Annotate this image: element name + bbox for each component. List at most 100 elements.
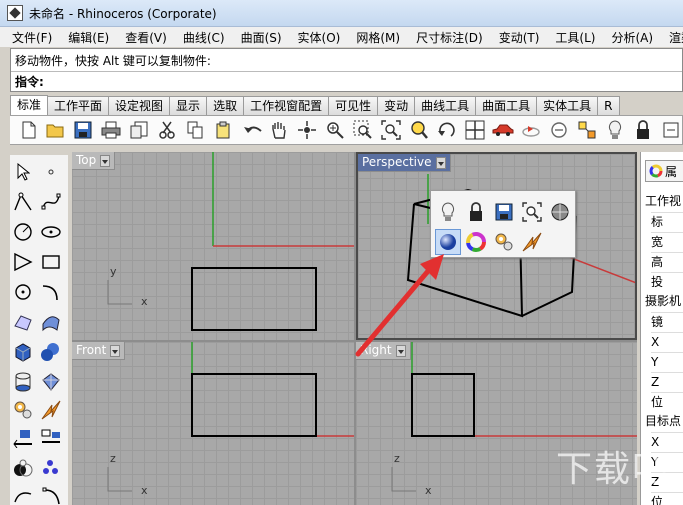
left-toolbar (10, 155, 68, 505)
zoom-extents-icon[interactable] (519, 199, 545, 225)
z-axis-label: z (394, 452, 400, 465)
lock-icon[interactable] (463, 199, 489, 225)
chevron-down-icon[interactable] (435, 156, 446, 169)
import-icon[interactable] (128, 119, 150, 141)
open-folder-icon[interactable] (44, 119, 66, 141)
top-viewport-label[interactable]: Top (72, 152, 116, 170)
menu-solid[interactable]: 实体(O) (286, 29, 345, 46)
tab-surface-tools[interactable]: 曲面工具 (475, 96, 538, 115)
menu-dimension[interactable]: 尺寸标注(D) (404, 29, 487, 46)
light-bulb-icon[interactable] (435, 199, 461, 225)
transform-icon[interactable] (12, 427, 34, 449)
fillet-curve-icon[interactable] (40, 485, 62, 505)
flash-icon[interactable] (519, 229, 545, 255)
mesh-icon[interactable] (40, 371, 62, 393)
triangle-icon[interactable] (12, 251, 34, 273)
light-bulb-icon[interactable] (604, 119, 626, 141)
gear-icon[interactable] (491, 229, 517, 255)
arc-curve-icon[interactable] (40, 281, 62, 303)
perspective-viewport-label[interactable]: Perspective (358, 154, 451, 172)
arc-icon[interactable] (12, 281, 34, 303)
properties-section-label: 摄影机 (645, 294, 682, 308)
properties-tab[interactable]: 属 (645, 160, 683, 182)
color-wheel-icon[interactable] (463, 229, 489, 255)
polyline-icon[interactable] (12, 191, 34, 213)
tab-solid-tools[interactable]: 实体工具 (536, 96, 599, 115)
select-arrow-icon[interactable] (12, 161, 34, 183)
menu-edit[interactable]: 编辑(E) (56, 29, 113, 46)
cplane-icon[interactable] (548, 119, 570, 141)
menu-curve[interactable]: 曲线(C) (171, 29, 229, 46)
properties-field-label: 投 (651, 272, 683, 291)
curve-icon[interactable] (40, 191, 62, 213)
command-history: 移动物件，快按 Alt 键可以复制物件: (15, 54, 211, 68)
tab-viewport-layout[interactable]: 工作视窗配置 (243, 96, 330, 115)
front-viewport-label[interactable]: Front (72, 342, 126, 360)
paste-icon[interactable] (212, 119, 234, 141)
array-icon[interactable] (40, 427, 62, 449)
chevron-down-icon[interactable] (100, 154, 111, 167)
properties-field-label: 位 (651, 492, 683, 505)
tab-cplane[interactable]: 工作平面 (47, 96, 110, 115)
rotate-view-icon[interactable] (296, 119, 318, 141)
undo-icon[interactable] (242, 119, 264, 141)
gear-icon[interactable] (12, 399, 34, 421)
zoom-selected-icon[interactable] (408, 119, 430, 141)
tab-curve-tools[interactable]: 曲线工具 (414, 96, 477, 115)
print-icon[interactable] (100, 119, 122, 141)
menu-transform[interactable]: 变动(T) (487, 29, 544, 46)
menu-tools[interactable]: 工具(L) (543, 29, 599, 46)
surface-icon[interactable] (12, 311, 34, 333)
tab-visibility[interactable]: 可见性 (328, 96, 379, 115)
menu-file[interactable]: 文件(F) (0, 29, 56, 46)
render-icon[interactable] (520, 119, 542, 141)
save-icon[interactable] (491, 199, 517, 225)
rotate-camera-icon[interactable] (436, 119, 458, 141)
points-icon[interactable] (40, 457, 62, 479)
rectangle-icon[interactable] (40, 251, 62, 273)
menu-render[interactable]: 渲染(R) (657, 29, 683, 46)
surface-blue-icon[interactable] (40, 311, 62, 333)
lock-icon[interactable] (632, 119, 654, 141)
pan-hand-icon[interactable] (268, 119, 290, 141)
properties-field-label: 高 (651, 252, 683, 271)
menu-view[interactable]: 查看(V) (113, 29, 171, 46)
standard-toolbar (10, 115, 683, 145)
menu-surface[interactable]: 曲面(S) (229, 29, 286, 46)
tab-more[interactable]: R (597, 96, 620, 115)
sphere-icon[interactable] (547, 199, 573, 225)
four-viewports-icon[interactable] (464, 119, 486, 141)
zoom-icon[interactable] (324, 119, 346, 141)
sphere-group-icon[interactable] (40, 341, 62, 363)
boolean-icon[interactable] (12, 457, 34, 479)
front-viewport[interactable]: Front z x (72, 342, 354, 505)
tab-transform[interactable]: 变动 (377, 96, 416, 115)
zoom-window-icon[interactable] (352, 119, 374, 141)
ellipse-icon[interactable] (40, 221, 62, 243)
zoom-extents-icon[interactable] (380, 119, 402, 141)
extend-curve-icon[interactable] (12, 485, 34, 505)
new-file-icon[interactable] (18, 119, 40, 141)
red-arrow-annotation (355, 254, 444, 357)
cylinder-icon[interactable] (12, 371, 34, 393)
copy-icon[interactable] (184, 119, 206, 141)
menu-mesh[interactable]: 网格(M) (344, 29, 404, 46)
more-icon[interactable] (660, 119, 682, 141)
snap-icon[interactable] (576, 119, 598, 141)
box-icon[interactable] (12, 341, 34, 363)
flash-icon[interactable] (40, 399, 62, 421)
tab-set-view[interactable]: 设定视图 (108, 96, 171, 115)
properties-field-label: 位 (651, 392, 683, 411)
top-viewport[interactable]: Top y x (72, 152, 354, 340)
chevron-down-icon[interactable] (110, 344, 121, 357)
cut-icon[interactable] (156, 119, 178, 141)
menu-analyze[interactable]: 分析(A) (599, 29, 657, 46)
command-line[interactable]: 指令: (11, 71, 682, 91)
save-icon[interactable] (72, 119, 94, 141)
tab-display[interactable]: 显示 (169, 96, 208, 115)
circle-icon[interactable] (12, 221, 34, 243)
tab-select[interactable]: 选取 (206, 96, 245, 115)
tab-standard[interactable]: 标准 (10, 95, 49, 115)
point-icon[interactable] (40, 161, 62, 183)
car-icon[interactable] (492, 119, 514, 141)
